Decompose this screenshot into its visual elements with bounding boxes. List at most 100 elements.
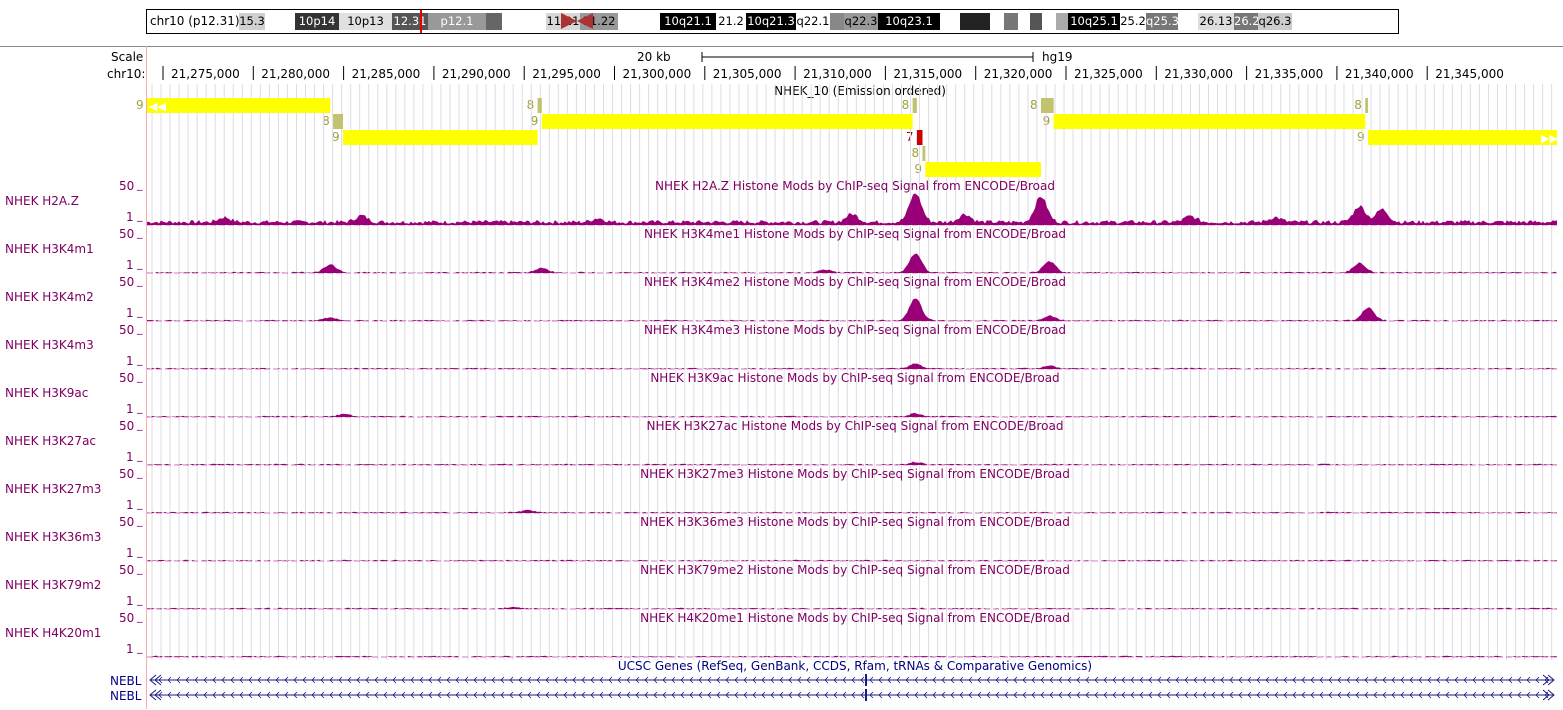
signal-area [147, 606, 1557, 609]
signal-track-label[interactable]: NHEK H3K27m3 [5, 482, 101, 496]
exon-block [865, 674, 867, 686]
ideogram-band[interactable] [1018, 13, 1030, 30]
y-axis-tick: _ [136, 226, 143, 239]
ideogram-band[interactable]: 25.2 [1120, 13, 1146, 30]
y-axis-max: 50 [119, 419, 135, 433]
position-marker [420, 10, 422, 33]
y-axis-max: 50 [119, 563, 135, 577]
y-axis-max: 50 [119, 227, 135, 241]
signal-track-title[interactable]: NHEK H3K79me2 Histone Mods by ChIP-seq S… [560, 563, 1150, 577]
signal-area [147, 412, 1557, 417]
ideogram-band[interactable]: 10q21.1 [660, 13, 716, 30]
y-axis-min: 1 [126, 210, 134, 224]
chromhmm-state-block [1368, 130, 1557, 145]
y-axis-tick: _ [136, 610, 143, 623]
chromhmm-state-block [1040, 98, 1054, 113]
ideogram-band[interactable] [1178, 13, 1198, 30]
signal-track-label[interactable]: NHEK H4K20m1 [5, 626, 101, 640]
chromhmm-state-block [922, 146, 926, 161]
signal-area [147, 461, 1557, 465]
y-axis-max: 50 [119, 515, 135, 529]
y-axis-tick: _ [136, 593, 143, 606]
y-axis-min: 1 [126, 258, 134, 272]
signal-track-label[interactable]: NHEK H3K27ac [5, 434, 96, 448]
signal-track-label[interactable]: NHEK H2A.Z [5, 194, 79, 208]
signal-track-title[interactable]: NHEK H3K4me3 Histone Mods by ChIP-seq Si… [560, 323, 1150, 337]
signal-track-label[interactable]: NHEK H3K79m2 [5, 578, 101, 592]
signal-track-title[interactable]: NHEK H4K20me1 Histone Mods by ChIP-seq S… [560, 611, 1150, 625]
y-axis-tick: _ [136, 209, 143, 222]
signal-track-label[interactable]: NHEK H3K4m1 [5, 242, 94, 256]
ideogram-band[interactable] [524, 13, 546, 30]
y-axis-tick: _ [136, 178, 143, 191]
ideogram-band[interactable]: 10q25.1 [1068, 13, 1120, 30]
ideogram-band[interactable]: 21.2 [716, 13, 746, 30]
chromosome-ideogram[interactable]: chr10 (p12.31) 15.3 10p14 10p13 12.31 p12.1 1… [146, 9, 1399, 34]
ideogram-label: chr10 (p12.31) [150, 14, 240, 28]
ideogram-band[interactable]: q22.3 [844, 13, 878, 30]
ideogram-band[interactable]: q22.1 [796, 13, 830, 30]
y-axis-tick: _ [136, 322, 143, 335]
signal-track-label[interactable]: NHEK H3K4m2 [5, 290, 94, 304]
ideogram-band[interactable] [486, 13, 502, 30]
arrow-left-icon: ◀◀ [149, 100, 166, 113]
y-axis-tick: _ [136, 401, 143, 414]
signal-track-title[interactable]: NHEK H3K9ac Histone Mods by ChIP-seq Sig… [560, 371, 1150, 385]
y-axis-min: 1 [126, 642, 134, 656]
y-axis-tick: _ [136, 641, 143, 654]
signal-track-title[interactable]: NHEK H3K4me2 Histone Mods by ChIP-seq Si… [560, 275, 1150, 289]
signal-track-title[interactable]: NHEK H3K36me3 Histone Mods by ChIP-seq S… [560, 515, 1150, 529]
ideogram-band[interactable]: 15.3 [239, 13, 265, 30]
ideogram-band[interactable] [265, 13, 295, 30]
ideogram-band[interactable]: 10q21.3 [746, 13, 796, 30]
signal-track-title[interactable]: NHEK H3K27me3 Histone Mods by ChIP-seq S… [560, 467, 1150, 481]
chromhmm-state-block [147, 98, 331, 113]
ideogram-band[interactable] [1056, 13, 1068, 30]
ideogram-band[interactable] [1030, 13, 1042, 30]
ideogram-band[interactable] [960, 13, 990, 30]
ideogram-band[interactable]: 10p14 [295, 13, 339, 30]
signal-track-title[interactable]: NHEK H2A.Z Histone Mods by ChIP-seq Sign… [560, 179, 1150, 193]
signal-track-label[interactable]: NHEK H3K4m3 [5, 338, 94, 352]
ideogram-band[interactable]: 26.13 [1198, 13, 1234, 30]
ideogram-band[interactable]: q25.3 [1146, 13, 1178, 30]
genes-title[interactable]: UCSC Genes (RefSeq, GenBank, CCDS, Rfam,… [560, 659, 1150, 673]
signal-area [147, 193, 1557, 225]
arrow-right-icon: ▶▶ [1541, 132, 1558, 145]
y-axis-min: 1 [126, 306, 134, 320]
ideogram-band[interactable]: p12.1 [428, 13, 486, 30]
ideogram-band[interactable] [940, 13, 960, 30]
signal-track-label[interactable]: NHEK H3K36m3 [5, 530, 101, 544]
ideogram-band[interactable]: 12.31 [392, 13, 428, 30]
ideogram-band[interactable] [618, 13, 660, 30]
y-axis-min: 1 [126, 498, 134, 512]
signal-track-title[interactable]: NHEK H3K27ac Histone Mods by ChIP-seq Si… [560, 419, 1150, 433]
ideogram-band[interactable] [502, 13, 524, 30]
ideogram-band[interactable]: 26.2 [1234, 13, 1258, 30]
y-axis-tick: _ [136, 514, 143, 527]
y-axis-max: 50 [119, 179, 135, 193]
y-axis-tick: _ [136, 545, 143, 558]
signal-track-title[interactable]: NHEK H3K4me1 Histone Mods by ChIP-seq Si… [560, 227, 1150, 241]
y-axis-max: 50 [119, 371, 135, 385]
chromhmm-state-block [541, 114, 913, 129]
y-axis-min: 1 [126, 450, 134, 464]
gene-label-1[interactable]: NEBL [110, 674, 141, 688]
chromhmm-state-block [342, 130, 538, 145]
ideogram-band[interactable] [990, 13, 1004, 30]
y-axis-tick: _ [136, 274, 143, 287]
ideogram-band[interactable]: 10p13 [339, 13, 392, 30]
ideogram-band[interactable]: q26.3 [1258, 13, 1292, 30]
ideogram-band[interactable] [830, 13, 844, 30]
ideogram-band[interactable]: 10q23.1 [878, 13, 940, 30]
ideogram-band[interactable] [1004, 13, 1018, 30]
gene-label-2[interactable]: NEBL [110, 689, 141, 703]
y-axis-max: 50 [119, 275, 135, 289]
signal-area [147, 298, 1557, 321]
ideogram-band[interactable] [1042, 13, 1056, 30]
ideogram-bands[interactable]: 15.3 10p14 10p13 12.31 p12.1 11.21 11.22 10q21.… [239, 13, 1394, 30]
exon-block [865, 689, 867, 701]
signal-track-label[interactable]: NHEK H3K9ac [5, 386, 88, 400]
y-axis-tick: _ [136, 449, 143, 462]
y-axis-tick: _ [136, 497, 143, 510]
